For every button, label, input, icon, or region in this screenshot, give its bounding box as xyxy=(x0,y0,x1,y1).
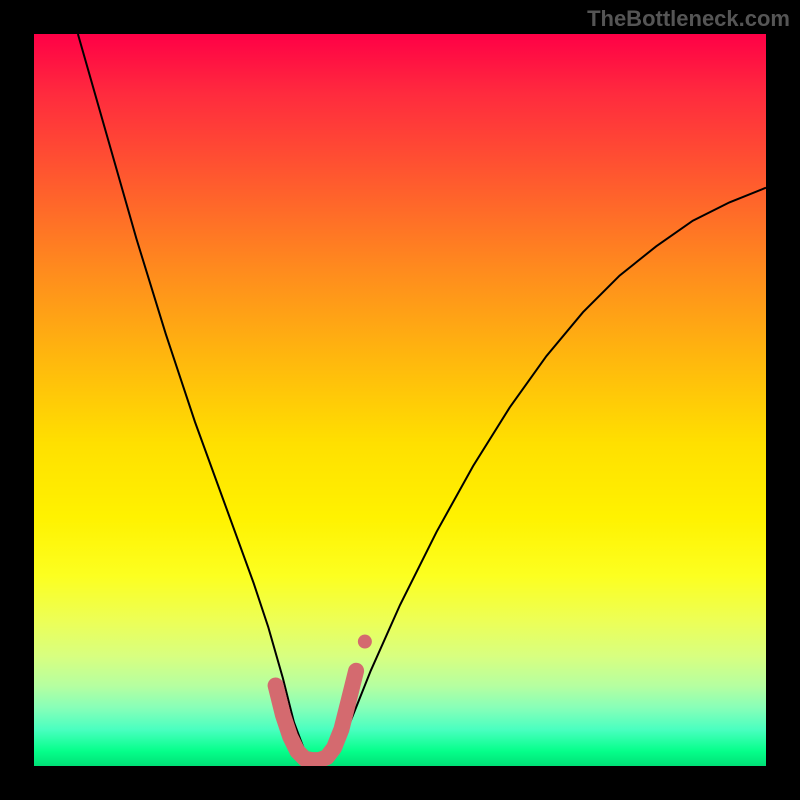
flat-segment-dots xyxy=(276,635,372,761)
chart-area xyxy=(34,34,766,766)
bottleneck-curve-path xyxy=(78,34,766,762)
chart-svg xyxy=(34,34,766,766)
